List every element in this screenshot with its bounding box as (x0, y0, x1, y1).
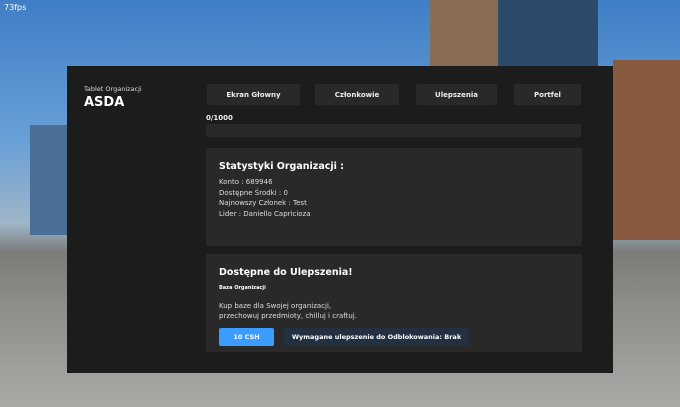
background-building (613, 60, 680, 240)
upgrade-desc: przechowuj przedmioty, chilluj i craftuj… (219, 312, 357, 320)
stat-account: Konto : 689946 (219, 178, 273, 186)
requirement-badge: Wymagane ulepszenie do Odblokowania: Bra… (284, 328, 469, 346)
stat-newest-member: Najnowszy Członek : Test (219, 199, 307, 207)
tab-members[interactable]: Członkowie (315, 84, 399, 105)
stat-leader: Lider : Daniello Capricioza (219, 209, 311, 218)
background-building (498, 0, 598, 66)
progress-bar (206, 124, 581, 137)
background-building (430, 0, 498, 66)
background-building (30, 125, 67, 235)
upgrade-card: Dostępne do Ulepszenia! Baza Organizacji… (206, 254, 582, 352)
stats-title: Statystyki Organizacji : (219, 161, 344, 172)
stat-funds: Dostępne Środki : 0 (219, 188, 288, 197)
progress-label: 0/1000 (206, 114, 233, 122)
tab-home[interactable]: Ekran Głowny (207, 84, 300, 105)
tab-wallet[interactable]: Portfel (514, 84, 581, 105)
stats-card: Statystyki Organizacji : Konto : 689946 … (206, 148, 582, 246)
buy-button[interactable]: 10 CSH (219, 328, 274, 346)
organization-name: ASDA (84, 95, 125, 110)
upgrade-name: Baza Organizacji (219, 285, 266, 291)
tablet-panel: Tablet Organizacji ASDA Ekran Głowny Czł… (67, 66, 613, 373)
fps-counter: 73fps (4, 3, 27, 12)
tablet-subtitle: Tablet Organizacji (84, 85, 142, 93)
upgrade-title: Dostępne do Ulepszenia! (219, 267, 353, 278)
upgrade-desc: Kup baze dla Swojej organizacji, (219, 301, 332, 310)
tab-upgrades[interactable]: Ulepszenia (416, 84, 497, 105)
